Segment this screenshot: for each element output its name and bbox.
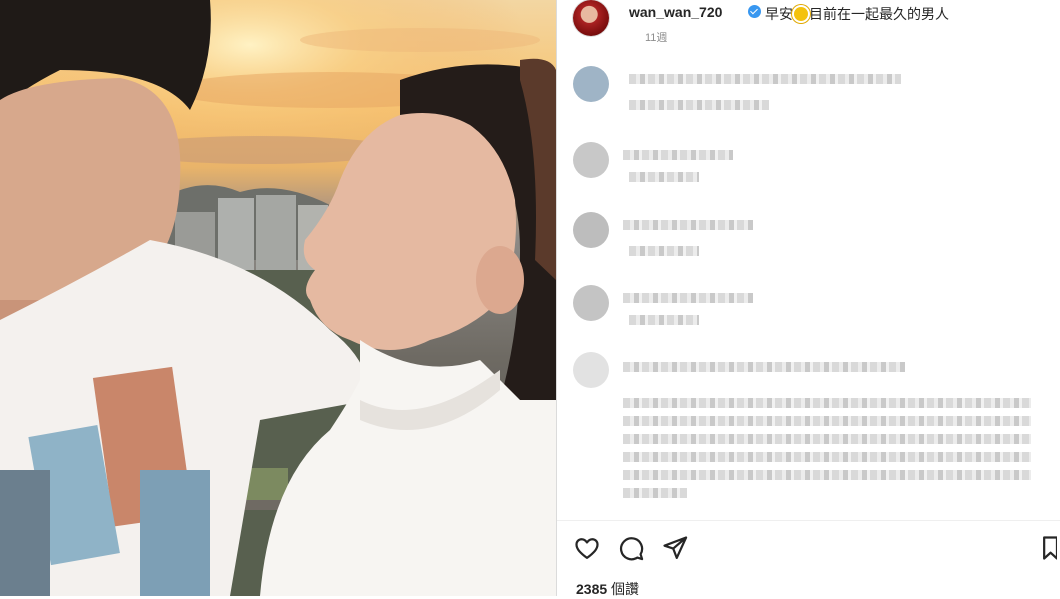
caption-text: 目前在一起最久的男人 [809, 6, 949, 22]
share-icon[interactable] [661, 534, 689, 562]
comment-meta-obscured [629, 172, 699, 182]
comment-avatar[interactable] [573, 142, 609, 178]
post-caption: 早安 目前在一起最久的男人 [765, 4, 949, 24]
post-photo[interactable] [0, 0, 556, 596]
view-count[interactable]: 2385 個讚 [576, 579, 639, 599]
comment-text-obscured [623, 220, 753, 230]
view-count-number: 2385 [576, 581, 608, 597]
heart-icon[interactable] [573, 534, 601, 562]
comment-text-obscured [623, 434, 1031, 444]
comment-avatar[interactable] [573, 352, 609, 388]
comment-meta-obscured [629, 100, 769, 110]
comment-avatar[interactable] [573, 285, 609, 321]
comment-text-obscured [623, 416, 1031, 426]
comment-meta-obscured [629, 246, 699, 256]
comment-text-obscured [623, 362, 905, 372]
post-sidebar: wan_wan_720 早安 目前在一起最久的男人 11週 [557, 0, 1060, 596]
comment-meta-obscured [623, 488, 687, 498]
post-time[interactable]: 11週 [645, 29, 667, 45]
comment-text-obscured [623, 470, 1031, 480]
comment-text-obscured [623, 452, 1031, 462]
comment-icon[interactable] [617, 534, 645, 562]
author-username[interactable]: wan_wan_720 [629, 4, 722, 20]
caption-prefix: 早安 [765, 6, 793, 22]
comment-text-obscured [623, 398, 1031, 408]
view-count-unit: 個讚 [611, 581, 640, 597]
comment-text-obscured [623, 150, 733, 160]
sun-emoji-icon [794, 7, 808, 21]
post-actions [573, 534, 1057, 562]
verified-badge-icon [748, 5, 761, 18]
comment-avatar[interactable] [573, 212, 609, 248]
photo-illustration [0, 0, 556, 596]
author-avatar[interactable] [573, 0, 609, 36]
actions-divider [557, 520, 1060, 521]
comment-meta-obscured [629, 315, 699, 325]
comment-avatar[interactable] [573, 66, 609, 102]
comment-text-obscured [623, 293, 753, 303]
comment-text-obscured [629, 74, 901, 84]
bookmark-icon[interactable] [1043, 534, 1057, 562]
post-header: wan_wan_720 早安 目前在一起最久的男人 11週 [573, 0, 1053, 48]
